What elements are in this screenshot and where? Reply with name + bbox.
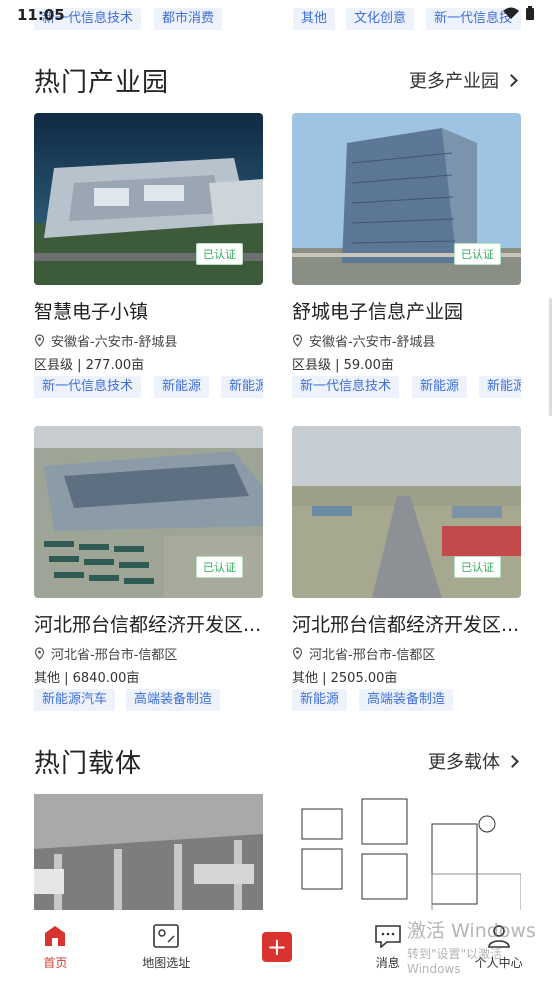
location-pin-icon xyxy=(292,334,303,347)
tag[interactable]: 新能源 xyxy=(292,689,348,711)
nav-profile-label: 个人中心 xyxy=(474,956,523,970)
scroll-indicator[interactable] xyxy=(549,298,552,416)
nav-home[interactable]: 首页 xyxy=(0,910,111,984)
park-meta: 区县级 | 277.00亩 xyxy=(34,358,145,373)
wifi-icon xyxy=(503,7,519,19)
more-carriers-label: 更多载体 xyxy=(428,752,500,773)
park-card[interactable]: 已认证 舒城电子信息产业园 安徽省-六安市-舒城县 区县级 | 59.00亩 新… xyxy=(292,113,521,403)
top-tags-row: 新一代信息技术 都市消费 其他 文化创意 新一代信息技 xyxy=(0,6,554,30)
park-meta: 其他 | 2505.00亩 xyxy=(292,671,398,686)
tag[interactable]: 新能源 xyxy=(154,376,210,398)
tag[interactable]: 新能源 xyxy=(221,376,263,398)
park-tags: 新能源 高端装备制造 xyxy=(292,689,521,711)
location-pin-icon xyxy=(34,647,45,660)
park-name: 舒城电子信息产业园 xyxy=(292,301,464,323)
park-location-text: 河北省-邢台市-信都区 xyxy=(309,648,436,663)
more-carriers-link[interactable]: 更多载体 xyxy=(428,748,519,774)
nav-messages-label: 消息 xyxy=(375,956,400,970)
status-icons xyxy=(502,6,534,20)
nav-home-label: 首页 xyxy=(43,956,68,970)
location-pin-icon xyxy=(292,647,303,660)
plus-icon: + xyxy=(261,932,292,962)
person-icon xyxy=(487,925,510,948)
chevron-right-icon xyxy=(506,754,519,768)
park-name: 河北邢台信都经济开发区... xyxy=(292,614,520,636)
nav-map-label: 地图选址 xyxy=(142,956,191,970)
nav-add[interactable]: + xyxy=(222,910,333,984)
section-title-hot-parks: 热门产业园 xyxy=(34,68,170,98)
park-image: 已认证 xyxy=(292,113,521,285)
tag[interactable]: 新一代信息技术 xyxy=(34,376,142,398)
park-location: 河北省-邢台市-信都区 xyxy=(34,644,177,663)
nav-map[interactable]: 地图选址 xyxy=(111,910,222,984)
park-card[interactable]: 已认证 河北邢台信都经济开发区... 河北省-邢台市-信都区 其他 | 2505… xyxy=(292,426,521,716)
carrier-image[interactable] xyxy=(34,794,263,912)
tag[interactable]: 高端装备制造 xyxy=(359,689,454,711)
carrier-floorplan-image[interactable] xyxy=(292,794,521,912)
park-location: 安徽省-六安市-舒城县 xyxy=(292,331,435,350)
park-tags: 新一代信息技术 新能源 新能源 xyxy=(292,376,521,398)
nav-profile[interactable]: 个人中心 xyxy=(443,910,554,984)
park-image: 已认证 xyxy=(34,426,263,598)
park-meta: 其他 | 6840.00亩 xyxy=(34,671,140,686)
location-pin-icon xyxy=(34,334,45,347)
status-time: 11:05 xyxy=(17,6,65,24)
tag[interactable]: 新能源 xyxy=(412,376,468,398)
more-parks-label: 更多产业园 xyxy=(409,71,499,92)
home-icon xyxy=(45,926,66,946)
more-parks-link[interactable]: 更多产业园 xyxy=(409,67,518,93)
bottom-nav: 首页 地图选址 + 消息 个人中心 xyxy=(0,910,554,984)
tag[interactable]: 其他 xyxy=(293,8,336,30)
message-icon xyxy=(374,925,401,948)
tag[interactable]: 文化创意 xyxy=(346,8,415,30)
section-title-hot-carriers: 热门载体 xyxy=(34,749,143,779)
park-location-text: 安徽省-六安市-舒城县 xyxy=(51,335,178,350)
park-location: 安徽省-六安市-舒城县 xyxy=(34,331,177,350)
park-name: 河北邢台信都经济开发区... xyxy=(34,614,262,636)
park-tags: 新一代信息技术 新能源 新能源 xyxy=(34,376,263,398)
park-location: 河北省-邢台市-信都区 xyxy=(292,644,435,663)
park-location-text: 安徽省-六安市-舒城县 xyxy=(309,335,436,350)
park-card[interactable]: 已认证 河北邢台信都经济开发区... 河北省-邢台市-信都区 其他 | 6840… xyxy=(34,426,263,716)
certified-badge: 已认证 xyxy=(454,243,501,265)
battery-icon xyxy=(526,6,534,20)
certified-badge: 已认证 xyxy=(196,556,243,578)
certified-badge: 已认证 xyxy=(196,243,243,265)
park-location-text: 河北省-邢台市-信都区 xyxy=(51,648,178,663)
tag[interactable]: 新能源汽车 xyxy=(34,689,116,711)
chevron-right-icon xyxy=(505,73,518,87)
park-name: 智慧电子小镇 xyxy=(34,301,149,323)
tag[interactable]: 都市消费 xyxy=(154,8,223,30)
certified-badge: 已认证 xyxy=(454,556,501,578)
park-tags: 新能源汽车 高端装备制造 xyxy=(34,689,263,711)
park-image: 已认证 xyxy=(34,113,263,285)
nav-messages[interactable]: 消息 xyxy=(332,910,443,984)
tag[interactable]: 高端装备制造 xyxy=(126,689,221,711)
tag[interactable]: 新能源 xyxy=(479,376,521,398)
park-image: 已认证 xyxy=(292,426,521,598)
park-card[interactable]: 已认证 智慧电子小镇 安徽省-六安市-舒城县 区县级 | 277.00亩 新一代… xyxy=(34,113,263,403)
park-meta: 区县级 | 59.00亩 xyxy=(292,358,394,373)
tag[interactable]: 新一代信息技术 xyxy=(292,376,400,398)
map-pin-icon xyxy=(153,924,179,948)
